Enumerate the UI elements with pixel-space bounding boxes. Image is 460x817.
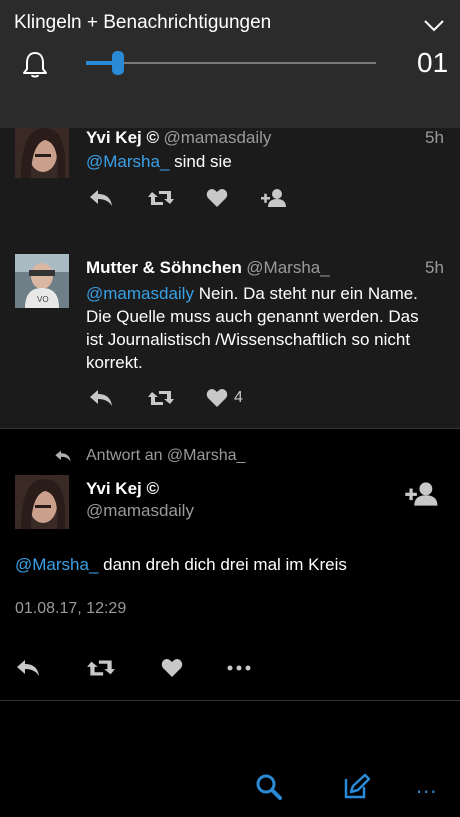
like-count: 4 (234, 389, 243, 406)
reply-context[interactable]: Antwort an @Marsha_ (54, 447, 245, 465)
heart-icon[interactable]: 4 (206, 388, 243, 408)
volume-slider-track[interactable] (86, 62, 376, 64)
tweet-handle[interactable]: @mamasdaily (163, 128, 271, 147)
volume-panel-title: Klingeln + Benachrichtigungen (14, 12, 272, 33)
detail-author[interactable]: Yvi Kej © (86, 479, 159, 499)
svg-text:VO: VO (37, 295, 49, 304)
more-icon[interactable]: ... (416, 773, 437, 799)
volume-slider-thumb[interactable] (112, 51, 124, 75)
heart-icon[interactable] (161, 658, 183, 678)
detail-handle[interactable]: @mamasdaily (86, 501, 194, 521)
tweet-item[interactable]: VO Mutter & Söhnchen @Marsha_ 5h @mamasd… (0, 230, 460, 428)
search-icon[interactable] (255, 773, 283, 801)
reply-to-label: Antwort an @Marsha_ (86, 447, 246, 464)
tweet-body: @mamasdaily Nein. Da steht nur ein Name.… (86, 282, 446, 374)
tweet-time: 5h (425, 128, 444, 147)
bell-icon[interactable] (22, 50, 48, 78)
tweet-text-line: Die Quelle muss auch genannt werden. Das (86, 307, 419, 326)
tweet-mention[interactable]: @Marsha_ (86, 152, 169, 171)
compose-icon[interactable] (342, 773, 370, 801)
tweet-mention[interactable]: @mamasdaily (86, 284, 194, 303)
chevron-down-icon[interactable] (424, 20, 444, 32)
reply-icon[interactable] (88, 388, 114, 408)
tweet-author[interactable]: Mutter & Söhnchen (86, 258, 242, 277)
tweet-text-line: korrekt. (86, 353, 143, 372)
volume-panel: Klingeln + Benachrichtigungen 01 (0, 0, 460, 128)
tweet-time: 5h (425, 258, 444, 277)
more-icon[interactable] (227, 665, 251, 671)
detail-timestamp: 01.08.17, 12:29 (15, 600, 127, 617)
tweet-handle[interactable]: @Marsha_ (246, 258, 329, 277)
avatar[interactable] (15, 475, 69, 529)
reply-icon[interactable] (15, 658, 41, 678)
follow-user-icon[interactable] (404, 481, 440, 507)
tweet-text: sind sie (174, 152, 232, 171)
retweet-icon[interactable] (146, 388, 176, 408)
detail-text: dann dreh dich drei mal im Kreis (103, 555, 347, 574)
reply-icon[interactable] (88, 188, 114, 208)
avatar[interactable] (15, 124, 69, 178)
tweet-author[interactable]: Yvi Kej © (86, 128, 159, 147)
avatar[interactable]: VO (15, 254, 69, 308)
tweet-text-line: Nein. Da steht nur ein Name. (198, 284, 418, 303)
volume-level-value: 01 (417, 47, 449, 78)
follow-user-icon[interactable] (260, 188, 288, 208)
bottom-app-bar: ... (0, 701, 460, 817)
detail-mention[interactable]: @Marsha_ (15, 555, 98, 574)
tweet-text-line: ist Journalistisch /Wissenschaftlich so … (86, 330, 411, 349)
retweet-icon[interactable] (146, 188, 176, 208)
tweet-detail: Antwort an @Marsha_ Yvi Kej © @mamasdail… (0, 428, 460, 701)
retweet-icon[interactable] (85, 657, 117, 679)
reply-icon (55, 450, 71, 462)
heart-icon[interactable] (206, 188, 234, 208)
